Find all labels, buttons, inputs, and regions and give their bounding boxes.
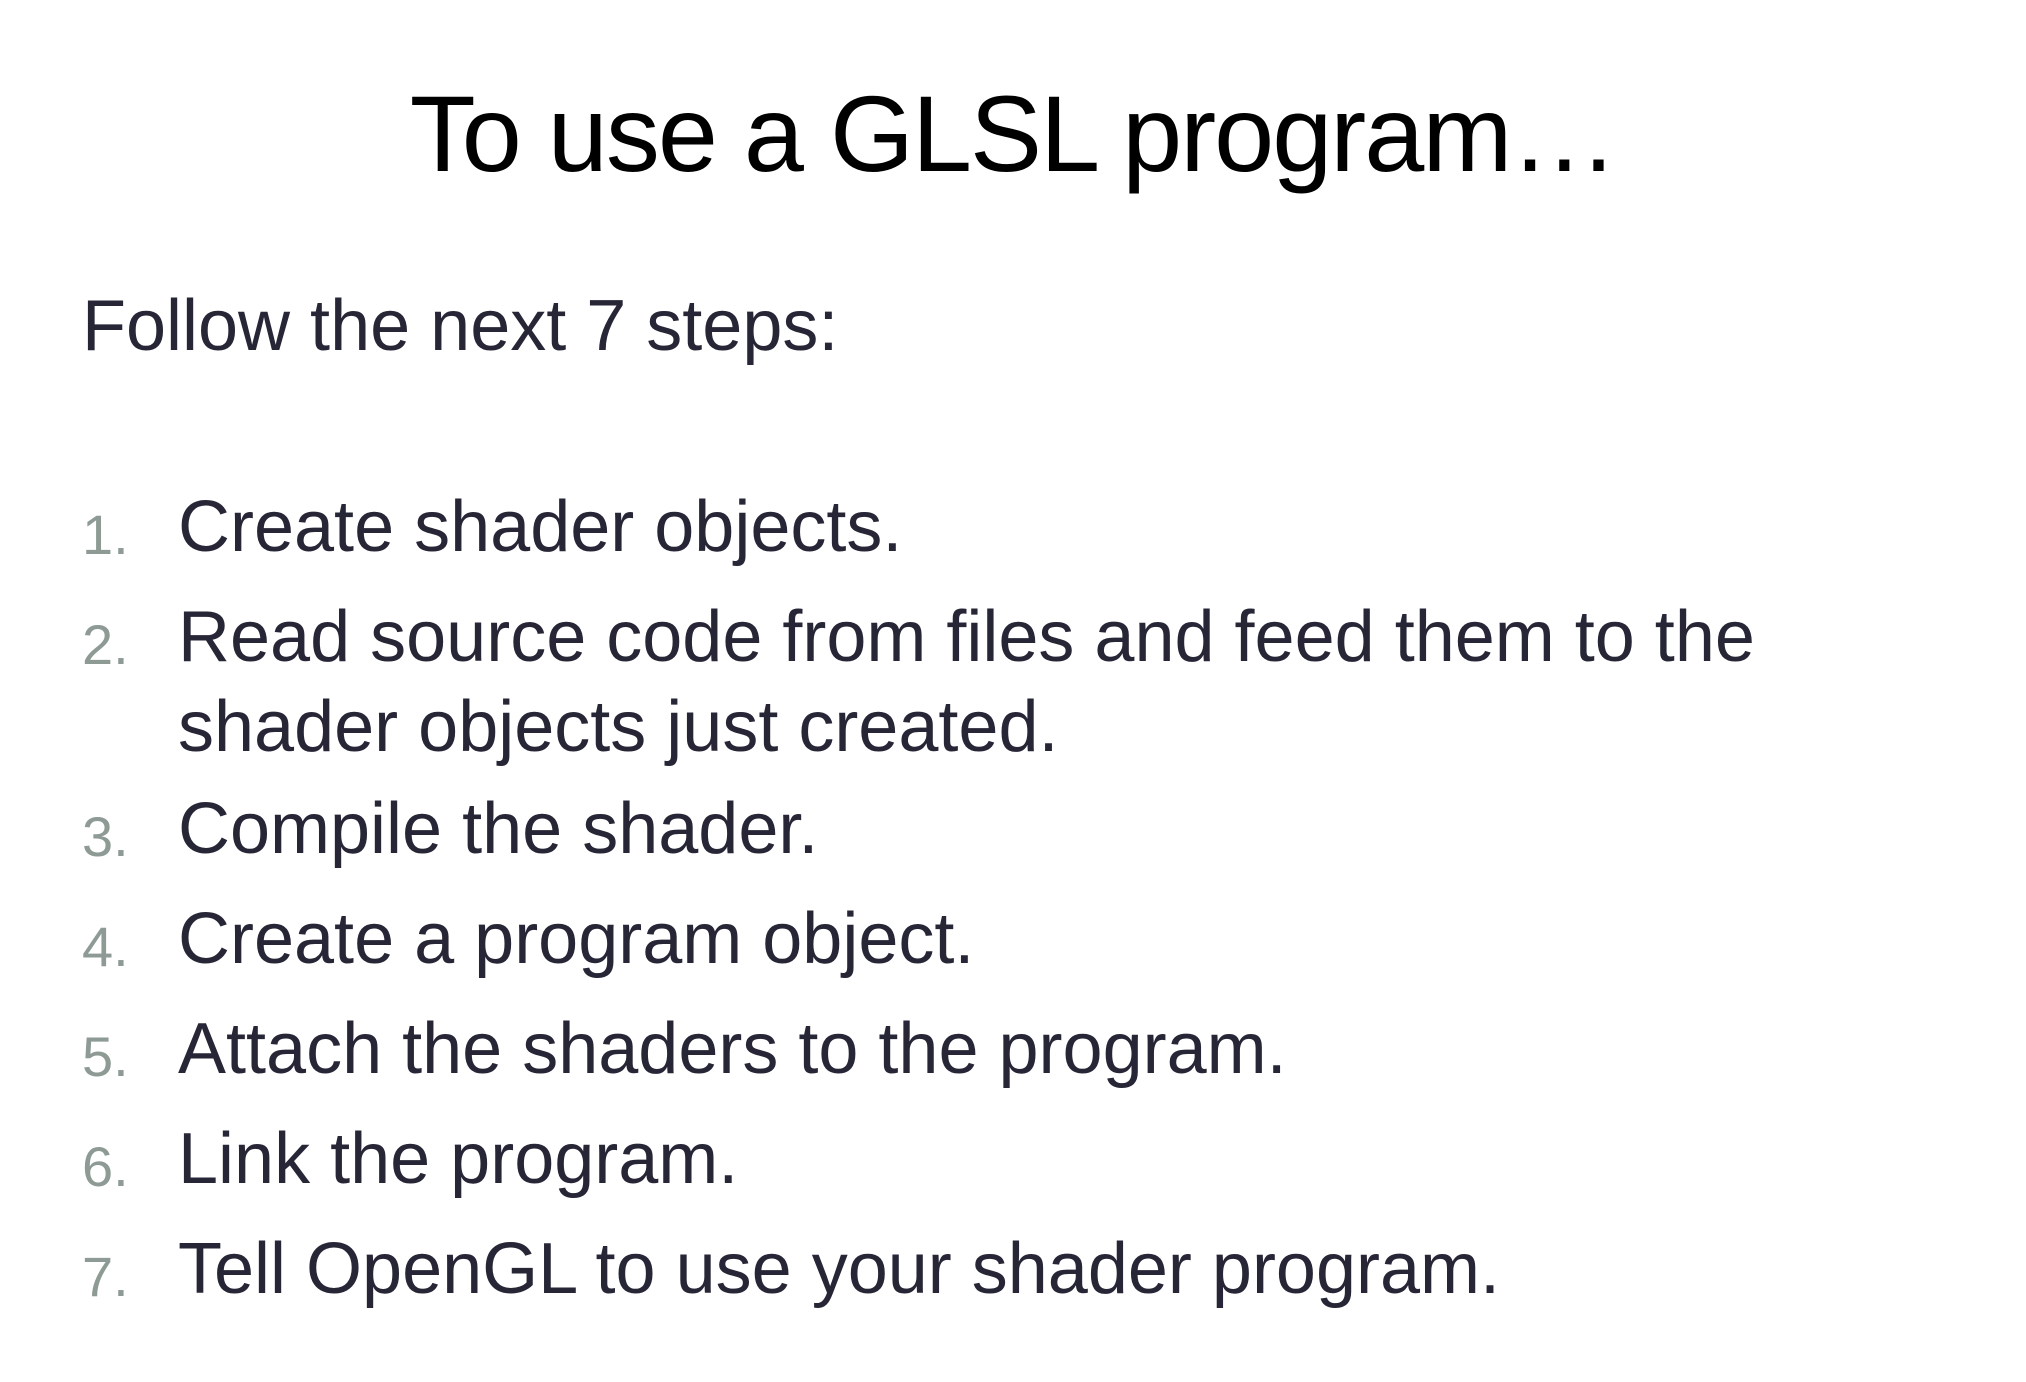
step-text: Compile the shader. [178,789,819,869]
step-item: 3. Compile the shader. [82,784,1962,882]
step-number: 6. [82,1135,129,1198]
steps-list: 1. Create shader objects. 2. Read source… [82,482,1962,1334]
step-item: 6. Link the program. [82,1114,1962,1212]
slide: To use a GLSL program… Follow the next 7… [0,0,2026,1382]
step-item: 4. Create a program object. [82,894,1962,992]
step-number: 2. [82,613,129,676]
step-text: Attach the shaders to the program. [178,1009,1287,1089]
step-number: 5. [82,1025,129,1088]
step-item: 5. Attach the shaders to the program. [82,1004,1962,1102]
step-item: 1. Create shader objects. [82,482,1962,580]
step-item: 7. Tell OpenGL to use your shader progra… [82,1224,1962,1322]
step-number: 1. [82,503,129,566]
step-number: 3. [82,805,129,868]
step-number: 4. [82,915,129,978]
step-text: Read source code from files and feed the… [178,597,1755,767]
slide-title: To use a GLSL program… [409,73,1619,194]
step-number: 7. [82,1245,129,1308]
step-item: 2. Read source code from files and feed … [82,592,1962,772]
intro-text: Follow the next 7 steps: [82,286,839,366]
step-text: Create a program object. [178,899,975,979]
step-text: Tell OpenGL to use your shader program. [178,1229,1501,1309]
step-text: Link the program. [178,1119,739,1199]
step-text: Create shader objects. [178,487,903,567]
